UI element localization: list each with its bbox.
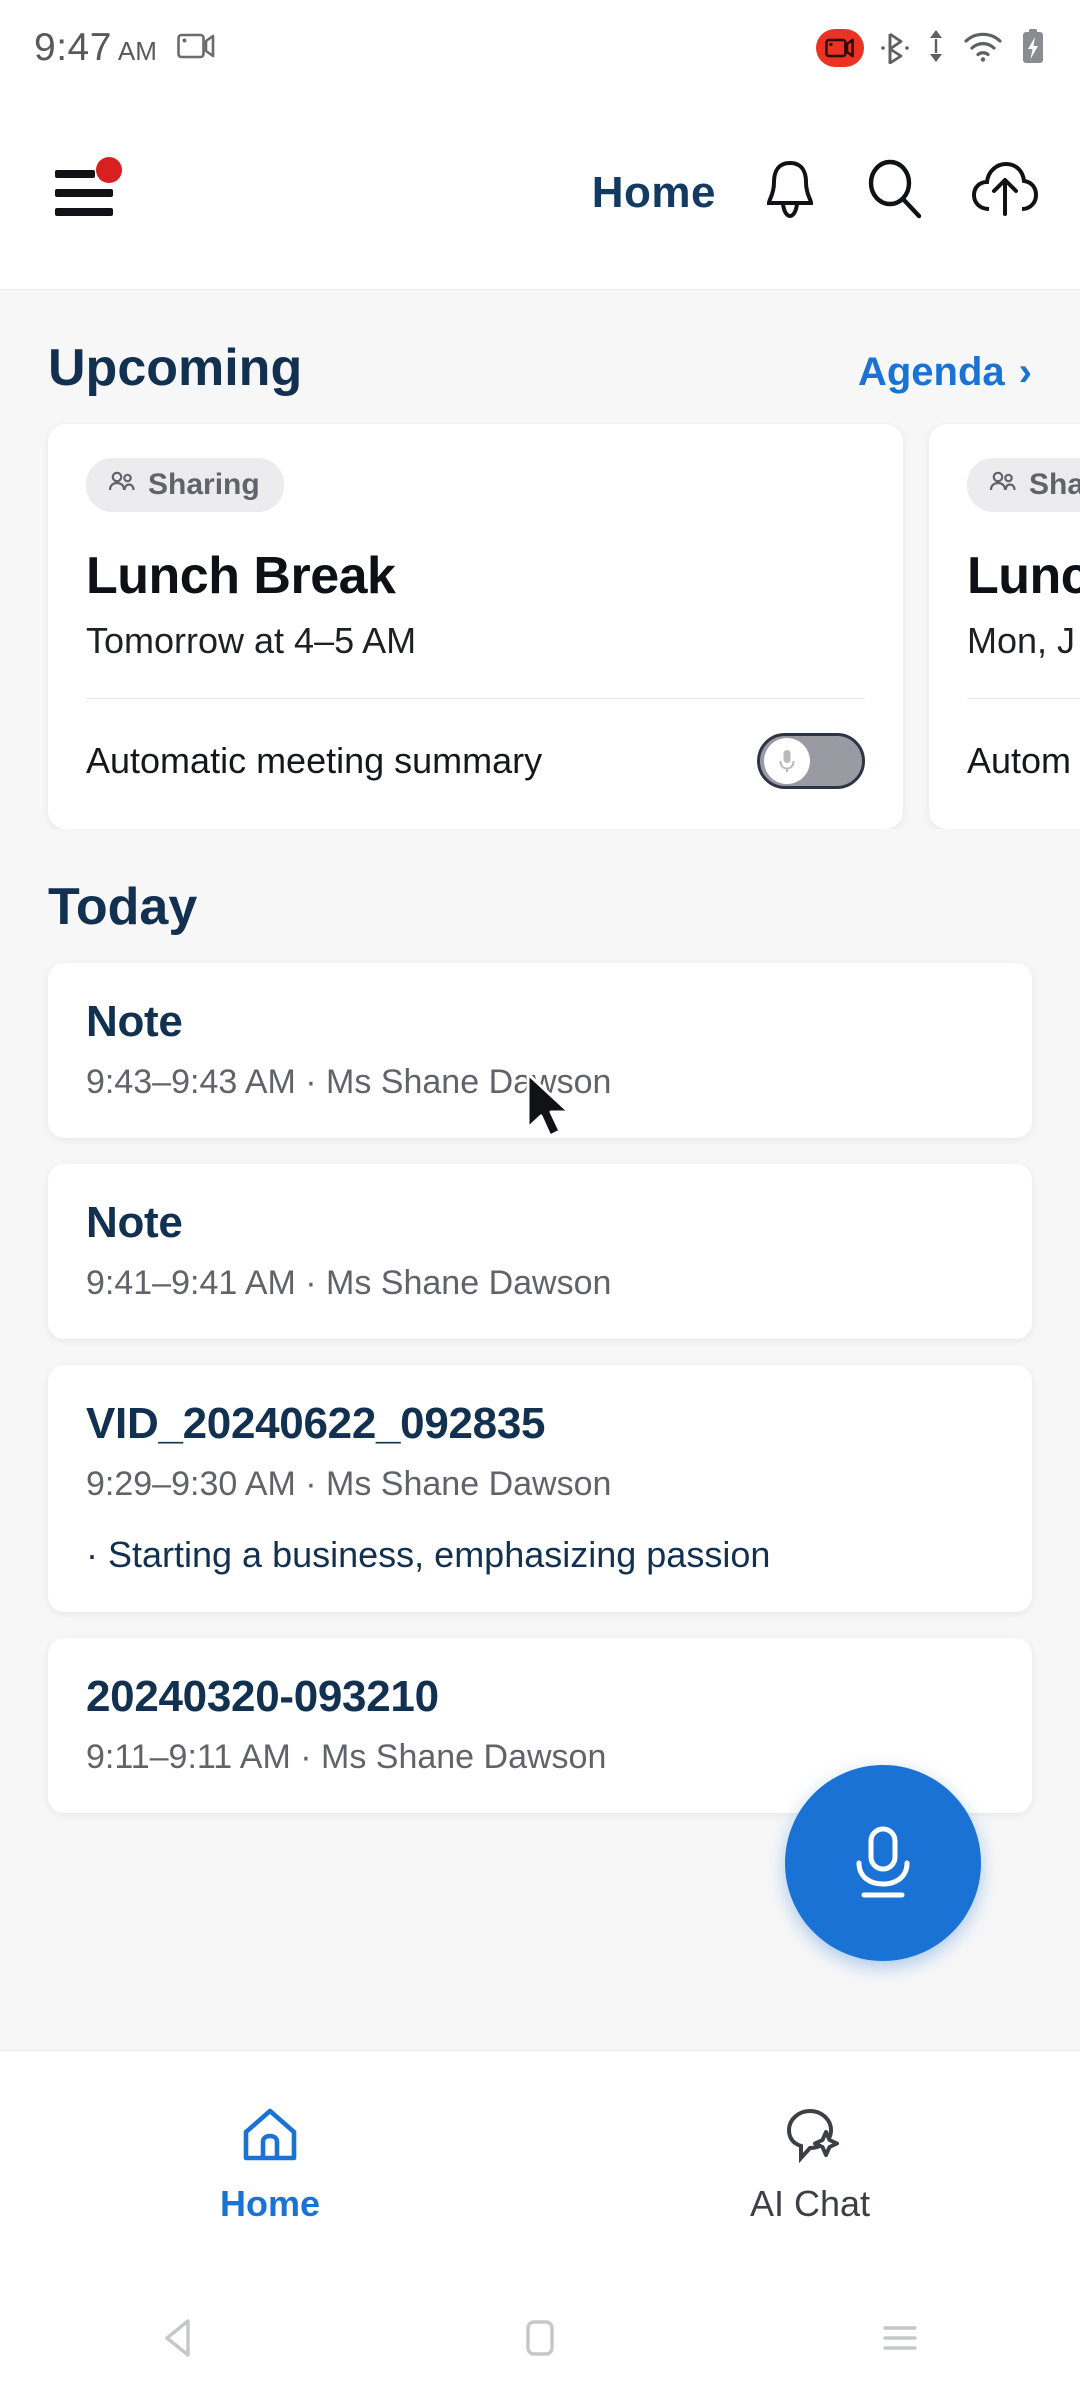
microphone-icon [856,1826,910,1898]
wifi-icon [962,30,1004,67]
list-item-title: 20240320-093210 [86,1672,439,1721]
card-divider [967,698,1080,699]
nav-item-home-label: Home [219,2183,321,2224]
sharing-chip: Sharing [86,458,284,512]
microphone-icon [779,750,795,772]
bottom-navigation: Home AI Chat [0,2050,1080,2280]
event-time: Tomorrow at 4–5 AM [86,620,417,661]
nav-item-ai-chat[interactable]: AI Chat [540,2106,1080,2225]
status-bar: 9:47 AM [0,0,1080,96]
summary-label: Autom [967,740,1072,781]
sharing-chip-label: Sharing [148,468,260,501]
system-back-button[interactable] [0,2315,360,2366]
mouse-cursor [524,1072,580,1147]
app-bar: Home [0,96,1080,290]
cloud-upload-icon[interactable] [970,159,1040,226]
system-home-button[interactable] [360,2315,720,2366]
list-item-subtitle: 9:41–9:41 AM · Ms Shane Dawson [86,1264,612,1302]
event-card[interactable]: Sha Lunc Mon, J Autom [929,424,1080,829]
list-item-title: VID_20240622_092835 [86,1399,546,1448]
list-item-title: Note [86,1198,183,1247]
bluetooth-icon [880,28,910,69]
nav-item-home[interactable]: Home [0,2106,540,2225]
agenda-link-label: Agenda [857,350,1005,394]
record-fab-button[interactable] [785,1765,981,1961]
notification-badge-dot [96,156,122,183]
status-bar-right [816,27,1046,70]
upcoming-title: Upcoming [48,339,303,397]
hamburger-menu-button[interactable] [40,149,128,237]
upcoming-carousel[interactable]: Sharing Lunch Break Tomorrow at 4–5 AM A… [0,398,1080,829]
toggle-knob [764,738,810,784]
phone-screen: 9:47 AM Home Upcoming Agenda › Sharing L… [0,0,1080,2400]
home-icon [239,2106,301,2169]
video-recording-icon [816,29,864,67]
app-bar-actions: Home [592,157,1040,228]
search-icon[interactable] [864,158,926,227]
status-bar-left: 9:47 AM [34,26,217,70]
page-title: Home [591,167,716,217]
chevron-right-icon: › [1018,350,1032,394]
back-triangle-icon [157,2315,203,2366]
sharing-chip-label: Sha [1029,468,1080,501]
event-card[interactable]: Sharing Lunch Break Tomorrow at 4–5 AM A… [48,424,903,829]
ai-chat-icon [777,2106,843,2169]
event-name: Lunch Break [86,547,396,605]
event-time: Mon, J [967,620,1076,661]
event-name: Lunc [967,547,1080,605]
upcoming-section-header: Upcoming Agenda › [0,290,1080,398]
list-item[interactable]: VID_20240622_092835 9:29–9:30 AM · Ms Sh… [48,1365,1032,1612]
screen-record-icon [177,30,217,67]
status-time: 9:47 AM [34,26,157,69]
home-square-icon [520,2315,560,2366]
battery-charging-icon [1020,27,1046,70]
today-section-header: Today [0,829,1080,937]
list-item-title: Note [86,997,183,1046]
people-icon [106,468,136,502]
nav-item-ai-chat-label: AI Chat [749,2183,871,2224]
bell-icon[interactable] [760,157,820,228]
summary-row: Automatic meeting summary [86,733,865,789]
list-item-bullet: · Starting a business, emphasizing passi… [86,1534,771,1575]
today-list: Note 9:43–9:43 AM · Ms Shane Dawson Note… [0,937,1080,1813]
recents-lines-icon [877,2318,923,2363]
list-item[interactable]: Note 9:41–9:41 AM · Ms Shane Dawson [48,1164,1032,1339]
data-transfer-icon [926,28,946,69]
system-recents-button[interactable] [720,2318,1080,2363]
system-navigation-bar [0,2280,1080,2400]
agenda-link[interactable]: Agenda › [858,350,1032,395]
card-divider [86,698,865,699]
summary-row: Autom [967,733,1080,789]
summary-label: Automatic meeting summary [86,740,543,781]
sharing-chip: Sha [967,458,1080,512]
auto-summary-toggle[interactable] [757,733,865,789]
today-title: Today [48,878,198,936]
list-item-subtitle: 9:29–9:30 AM · Ms Shane Dawson [86,1465,612,1503]
people-icon [987,468,1017,502]
